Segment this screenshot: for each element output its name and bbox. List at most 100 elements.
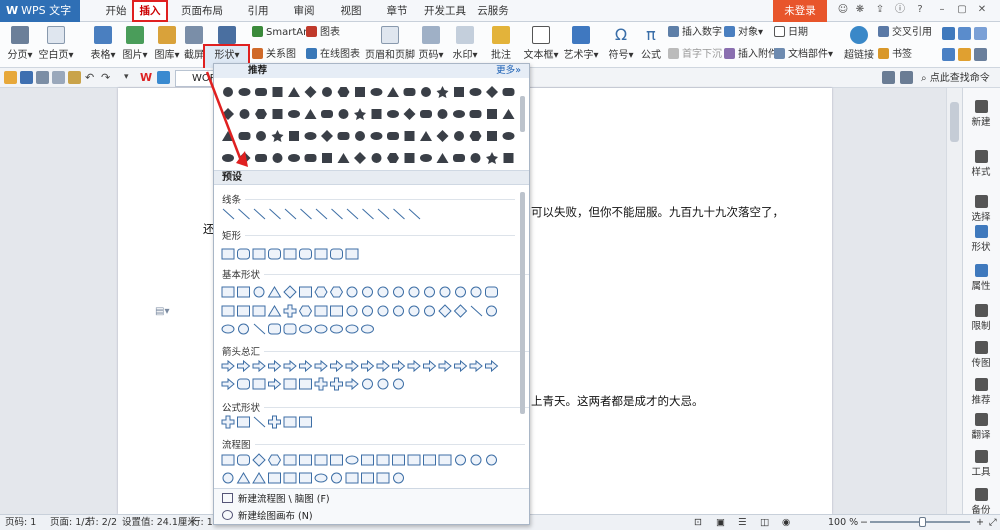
recommended-shape-1-15[interactable] xyxy=(469,110,482,118)
arrow-shape-a-0[interactable] xyxy=(221,359,235,373)
recommended-shape-2-10[interactable] xyxy=(387,132,399,140)
task-pane-item-8[interactable]: 翻译 xyxy=(962,413,1000,441)
online-chart-button[interactable]: 在线图表 xyxy=(306,48,360,61)
recommended-shape-2-12[interactable] xyxy=(420,131,432,141)
flowchart-shape-b-8[interactable] xyxy=(345,472,359,484)
recommended-shape-0-14[interactable] xyxy=(454,87,464,97)
basic-shape-a-5[interactable] xyxy=(299,286,312,298)
drop-cap-button[interactable]: 首字下沉 xyxy=(668,48,722,61)
rect-shape-4[interactable] xyxy=(283,248,297,260)
rect-shape-3[interactable] xyxy=(268,248,281,260)
recommended-shape-2-17[interactable] xyxy=(502,132,515,140)
redo-icon[interactable]: ↷ xyxy=(101,71,114,84)
task-pane-item-9[interactable]: 工具 xyxy=(962,450,1000,478)
flowchart-shape-a-15[interactable] xyxy=(455,454,466,466)
outline-icon[interactable] xyxy=(942,48,955,61)
recommended-shape-2-8[interactable] xyxy=(355,131,365,141)
lock-icon[interactable] xyxy=(958,48,971,61)
help-icon[interactable]: ? xyxy=(913,3,927,17)
fit-icon[interactable]: ⤢ xyxy=(989,515,997,530)
basic-shape-a-0[interactable] xyxy=(221,286,235,298)
textbox-button[interactable]: 文本框▾ xyxy=(522,26,560,61)
basic-shape-b-9[interactable] xyxy=(362,305,373,317)
command-search-input[interactable]: ⌕ 点此查找命令 xyxy=(921,71,997,86)
cross-reference-button[interactable]: 交叉引用 xyxy=(878,26,932,39)
recommended-shape-3-17[interactable] xyxy=(503,153,514,163)
symbol-button[interactable]: Ω 符号▾ xyxy=(606,26,636,62)
basic-shape-a-12[interactable] xyxy=(408,286,420,298)
arrow-shape-a-14[interactable] xyxy=(438,359,452,373)
zoom-out-icon[interactable]: − xyxy=(860,515,868,530)
page-break-button[interactable]: 分页▾ xyxy=(5,26,35,61)
bookmark-button[interactable]: 书签 xyxy=(878,48,912,61)
recommended-shape-2-14[interactable] xyxy=(454,131,464,141)
recommended-shape-2-9[interactable] xyxy=(370,132,383,140)
flowchart-shape-a-1[interactable] xyxy=(237,454,250,466)
line-shape-7[interactable] xyxy=(331,208,343,220)
basic-shape-b-3[interactable] xyxy=(267,305,282,317)
relation-chart-button[interactable]: 关系图 xyxy=(252,48,296,61)
basic-shape-b-1[interactable] xyxy=(237,305,250,317)
line-shape-10[interactable] xyxy=(377,208,390,220)
rect-shape-0[interactable] xyxy=(221,248,235,260)
arrow-shape-a-17[interactable] xyxy=(485,359,499,373)
tab-3[interactable]: 引用 xyxy=(240,0,276,22)
preset-scrollbar[interactable] xyxy=(520,192,525,414)
recommended-shape-0-3[interactable] xyxy=(272,87,283,97)
settings-icon[interactable] xyxy=(974,48,987,61)
page-number-button[interactable]: 页码▾ xyxy=(416,26,446,61)
web-view-icon[interactable]: ◫ xyxy=(760,515,769,530)
recommended-scrollbar[interactable] xyxy=(520,96,525,132)
scrollbar-thumb[interactable] xyxy=(950,102,959,142)
basic-shape-b-7[interactable] xyxy=(330,305,343,317)
save-icon[interactable] xyxy=(20,71,33,84)
flowchart-shape-a-9[interactable] xyxy=(361,454,374,466)
flowchart-shape-b-0[interactable] xyxy=(222,472,234,484)
document-tab[interactable]: WOR xyxy=(175,70,217,87)
flowchart-shape-b-4[interactable] xyxy=(283,472,297,484)
document-text-line-3[interactable]: 上青天。这两者都是成才的大忌。 xyxy=(531,393,704,409)
layout-toggle-icon[interactable] xyxy=(900,71,913,84)
view-mode-icon[interactable] xyxy=(942,27,955,40)
basic-shape-b-0[interactable] xyxy=(221,305,235,317)
equation-shape-5[interactable] xyxy=(299,416,312,428)
basic-shape-b-16[interactable] xyxy=(470,305,483,317)
basic-shape-b-17[interactable] xyxy=(486,305,497,317)
basic-shape-a-9[interactable] xyxy=(362,286,373,298)
flowchart-shape-a-6[interactable] xyxy=(314,454,328,466)
reading-mode-icon[interactable]: ⊡ xyxy=(694,515,702,530)
arrow-shape-a-4[interactable] xyxy=(283,359,297,373)
recommended-shape-2-3[interactable] xyxy=(271,130,284,142)
arrow-shape-b-9[interactable] xyxy=(362,378,373,390)
recommended-shape-3-3[interactable] xyxy=(272,153,283,163)
flowchart-shape-a-5[interactable] xyxy=(299,454,312,466)
line-shape-12[interactable] xyxy=(408,208,421,220)
line-shape-5[interactable] xyxy=(300,208,312,220)
recommended-shape-2-0[interactable] xyxy=(222,131,234,141)
recommended-shape-1-14[interactable] xyxy=(453,110,465,118)
flowchart-shape-b-10[interactable] xyxy=(376,472,390,484)
basic-shape-a-16[interactable] xyxy=(470,286,482,298)
flowchart-shape-a-14[interactable] xyxy=(438,454,452,466)
tab-6[interactable]: 章节 xyxy=(379,0,415,22)
line-shape-2[interactable] xyxy=(253,208,266,220)
recommended-shape-0-11[interactable] xyxy=(403,88,416,96)
minimize-icon[interactable]: – xyxy=(935,3,949,17)
flowchart-shape-b-1[interactable] xyxy=(236,472,251,484)
basic-shape-c-1[interactable] xyxy=(238,323,249,335)
arrow-shape-a-3[interactable] xyxy=(268,359,282,373)
arrow-shape-a-10[interactable] xyxy=(376,359,390,373)
table-button[interactable]: 表格▾ xyxy=(88,26,118,61)
basic-shape-b-10[interactable] xyxy=(377,305,389,317)
flowchart-shape-b-6[interactable] xyxy=(314,473,328,483)
customize-dropdown-icon[interactable]: ▾ xyxy=(124,71,137,84)
vertical-scrollbar[interactable] xyxy=(946,88,962,514)
web-layout-icon[interactable] xyxy=(974,27,987,40)
arrow-shape-b-7[interactable] xyxy=(330,377,343,391)
recommended-shape-3-13[interactable] xyxy=(436,153,449,163)
recommended-shape-3-15[interactable] xyxy=(470,153,481,163)
recommended-shape-1-2[interactable] xyxy=(255,109,267,119)
recommended-shape-0-10[interactable] xyxy=(387,87,399,97)
recommended-shape-1-12[interactable] xyxy=(420,110,432,118)
recommended-shape-0-16[interactable] xyxy=(486,86,498,98)
